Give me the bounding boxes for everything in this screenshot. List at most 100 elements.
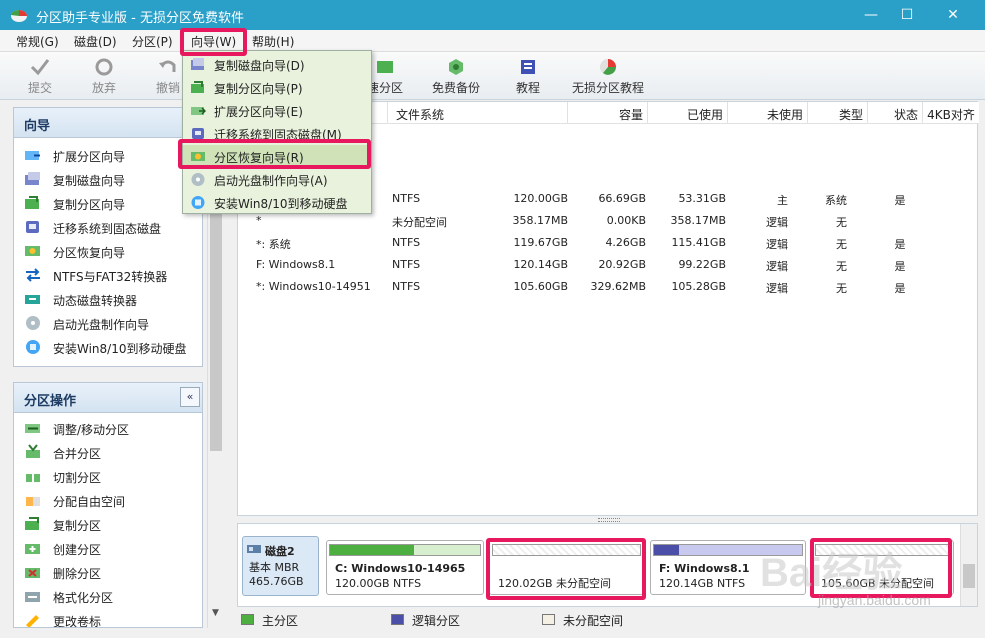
partition-ops-header: 分区操作 « [14,383,202,413]
wizard-item-dynamic-disk[interactable]: 动态磁盘转换器 [24,288,202,310]
window-title: 分区助手专业版 - 无损分区免费软件 [36,11,244,26]
discard-icon [95,58,113,76]
delete-icon [25,568,40,578]
op-format-partition[interactable]: 格式化分区 [24,585,202,607]
table-row[interactable]: F: Windows8.1 NTFS 120.14GB 20.92GB 99.2… [238,256,978,276]
resize-icon [25,424,40,433]
op-resize-partition[interactable]: 调整/移动分区 [24,417,202,439]
col-header-capacity[interactable]: 容量 [568,102,648,124]
dd-copy-partition[interactable]: 复制分区向导(P) [183,76,371,99]
partition-tutorial-icon [600,59,616,75]
wizard-item-extend-partition[interactable]: 扩展分区向导 [24,144,202,166]
table-row[interactable]: *: Windows10-14951 NTFS 105.60GB 329.62M… [238,278,978,298]
wizard-panel: 向导 扩展分区向导 复制磁盘向导 复制分区向导 迁移系统到固态磁盘 分区恢复向导… [13,107,203,367]
menu-disk[interactable]: 磁盘(D) [72,33,119,50]
col-header-status[interactable]: 状态 [868,102,923,124]
partition-ops-panel: 分区操作 « 调整/移动分区 合并分区 切割分区 分配自由空间 复制分区 创建分… [13,382,203,628]
dd-boot-cd[interactable]: 启动光盘制作向导(A) [183,168,371,191]
label-icon [26,615,39,627]
boot-cd-icon [26,316,40,330]
allocate-icon [26,497,40,506]
legend-bar: 主分区 逻辑分区 未分配空间 [237,608,978,632]
collapse-button[interactable]: « [180,387,200,407]
partition-block[interactable]: C: Windows10-14965 120.00GB NTFS [326,540,484,595]
format-icon [25,592,40,602]
col-header-used[interactable]: 已使用 [648,102,728,124]
wizard-item-partition-recovery[interactable]: 分区恢复向导 [24,240,202,262]
wizard-item-install-win-usb[interactable]: 安装Win8/10到移动硬盘 [24,336,202,358]
menu-partition[interactable]: 分区(P) [130,33,175,50]
col-header-4k[interactable]: 4KB对齐 [923,102,979,124]
dynamic-disk-icon [25,295,40,304]
menu-bar: 常规(G) 磁盘(D) 分区(P) 向导(W) 帮助(H) [0,30,985,52]
wizard-item-ntfs-fat32[interactable]: NTFS与FAT32转换器 [24,264,202,286]
menu-general[interactable]: 常规(G) [14,33,61,50]
disk-icon [247,545,261,553]
wizard-item-copy-partition[interactable]: 复制分区向导 [24,192,202,214]
convert-icon [26,268,40,282]
dd-copy-disk[interactable]: 复制磁盘向导(D) [183,53,371,76]
quick-partition-icon [377,61,393,73]
col-header-type[interactable]: 类型 [808,102,868,124]
op-allocate-space[interactable]: 分配自由空间 [24,489,202,511]
migrate-ssd-icon [26,221,39,233]
table-row[interactable]: * 未分配空间 358.17MB 0.00KB 358.17MB 逻辑 无 [238,212,978,232]
close-button[interactable]: ✕ [930,0,976,30]
windows-usb-icon [191,196,205,209]
menu-help[interactable]: 帮助(H) [250,33,296,50]
partition-ops-title: 分区操作 [24,394,77,409]
disk-info-card[interactable]: 磁盘2 基本 MBR 465.76GB [242,536,319,596]
copy-partition-icon [191,81,204,93]
free-backup-button[interactable]: 免费备份 [428,54,484,98]
op-copy-partition[interactable]: 复制分区 [24,513,202,535]
disk-size: 465.76GB [249,575,304,588]
table-row[interactable]: *: 系统 NTFS 119.67GB 4.26GB 115.41GB 逻辑 无… [238,234,978,254]
legend-swatch [542,614,555,625]
boot-cd-icon [191,173,205,186]
dd-extend-partition[interactable]: 扩展分区向导(E) [183,99,371,122]
dd-install-win-usb[interactable]: 安装Win8/10到移动硬盘 [183,191,371,214]
wizard-panel-title: 向导 [24,119,51,134]
op-change-label[interactable]: 更改卷标 [24,609,202,627]
op-split-partition[interactable]: 切割分区 [24,465,202,487]
col-header-filesystem[interactable]: 文件系统 [388,102,568,124]
maximize-button[interactable]: ☐ [884,0,930,30]
undo-icon [159,60,176,72]
scroll-down-icon[interactable]: ▼ [212,608,219,618]
tutorial-button[interactable]: 教程 [508,54,548,98]
split-icon [26,470,40,482]
discard-button[interactable]: 放弃 [82,54,126,98]
watermark-url: jingyan.baidu.com [818,592,931,608]
copy-disk-icon [191,58,204,70]
partition-usage-bar [329,544,481,556]
wizard-item-copy-disk[interactable]: 复制磁盘向导 [24,168,202,190]
diskmap-scrollbar-thumb[interactable] [963,564,975,588]
wizard-panel-header: 向导 [14,108,202,138]
col-header-free[interactable]: 未使用 [728,102,808,124]
title-bar: 分区助手专业版 - 无损分区免费软件 — ☐ ✕ [0,0,985,30]
watermark-logo: Bai经验 [760,551,903,595]
partition-tutorial-button[interactable]: 无损分区教程 [566,54,650,98]
disk-type: 基本 MBR [249,561,300,574]
copy-partition-icon [25,517,39,530]
wizard-item-migrate-ssd[interactable]: 迁移系统到固态磁盘 [24,216,202,238]
legend-swatch [241,614,254,625]
backup-icon [449,59,463,75]
diskmap-scrollbar[interactable] [960,524,977,606]
legend-swatch [391,614,404,625]
copy-partition-icon [25,196,39,209]
wizard-item-boot-cd[interactable]: 启动光盘制作向导 [24,312,202,334]
merge-icon [26,444,40,458]
op-merge-partition[interactable]: 合并分区 [24,441,202,463]
disk-name: 磁盘2 [265,545,295,558]
check-icon [30,59,50,76]
op-create-partition[interactable]: 创建分区 [24,537,202,559]
app-logo-icon [11,9,27,22]
unallocated-highlight-1 [486,538,646,600]
wizard-menu-highlight [180,28,247,56]
op-delete-partition[interactable]: 删除分区 [24,561,202,583]
splitter-handle[interactable] [598,518,620,522]
create-icon [25,544,40,554]
windows-usb-icon [26,340,40,354]
submit-button[interactable]: 提交 [18,54,62,98]
